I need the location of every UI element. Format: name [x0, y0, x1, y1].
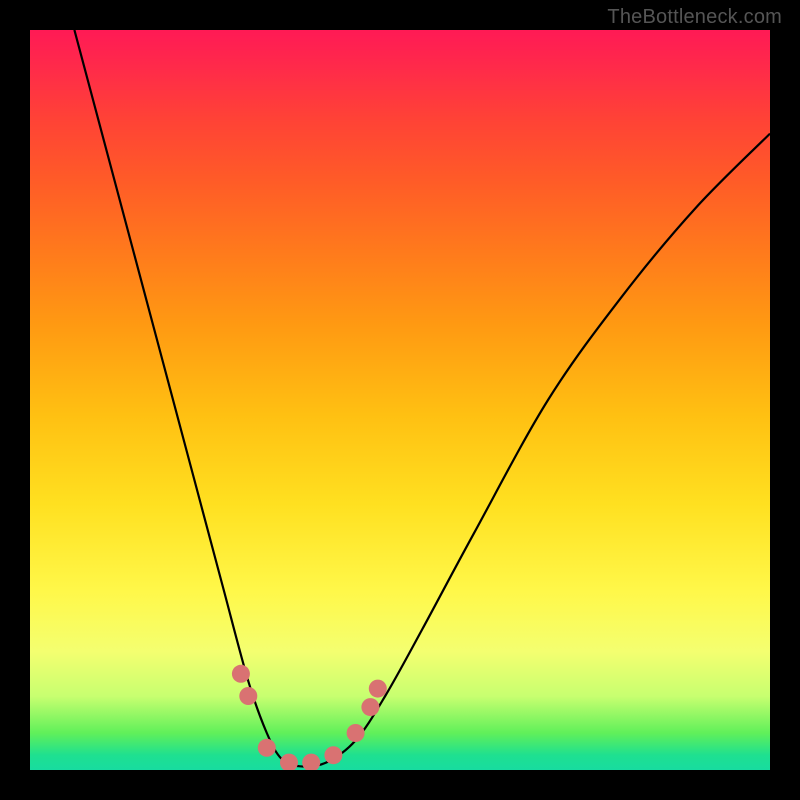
watermark-text: TheBottleneck.com	[607, 6, 782, 29]
highlight-point	[239, 687, 257, 705]
highlight-markers	[232, 665, 387, 770]
highlight-point	[347, 724, 365, 742]
highlight-point	[258, 739, 276, 757]
highlight-point	[302, 754, 320, 770]
highlight-point	[324, 746, 342, 764]
plot-area	[30, 30, 770, 770]
highlight-point	[280, 754, 298, 770]
bottleneck-curve	[74, 30, 770, 767]
outer-frame: TheBottleneck.com	[0, 0, 800, 800]
highlight-point	[369, 680, 387, 698]
curve-svg	[30, 30, 770, 770]
highlight-point	[232, 665, 250, 683]
highlight-point	[361, 698, 379, 716]
